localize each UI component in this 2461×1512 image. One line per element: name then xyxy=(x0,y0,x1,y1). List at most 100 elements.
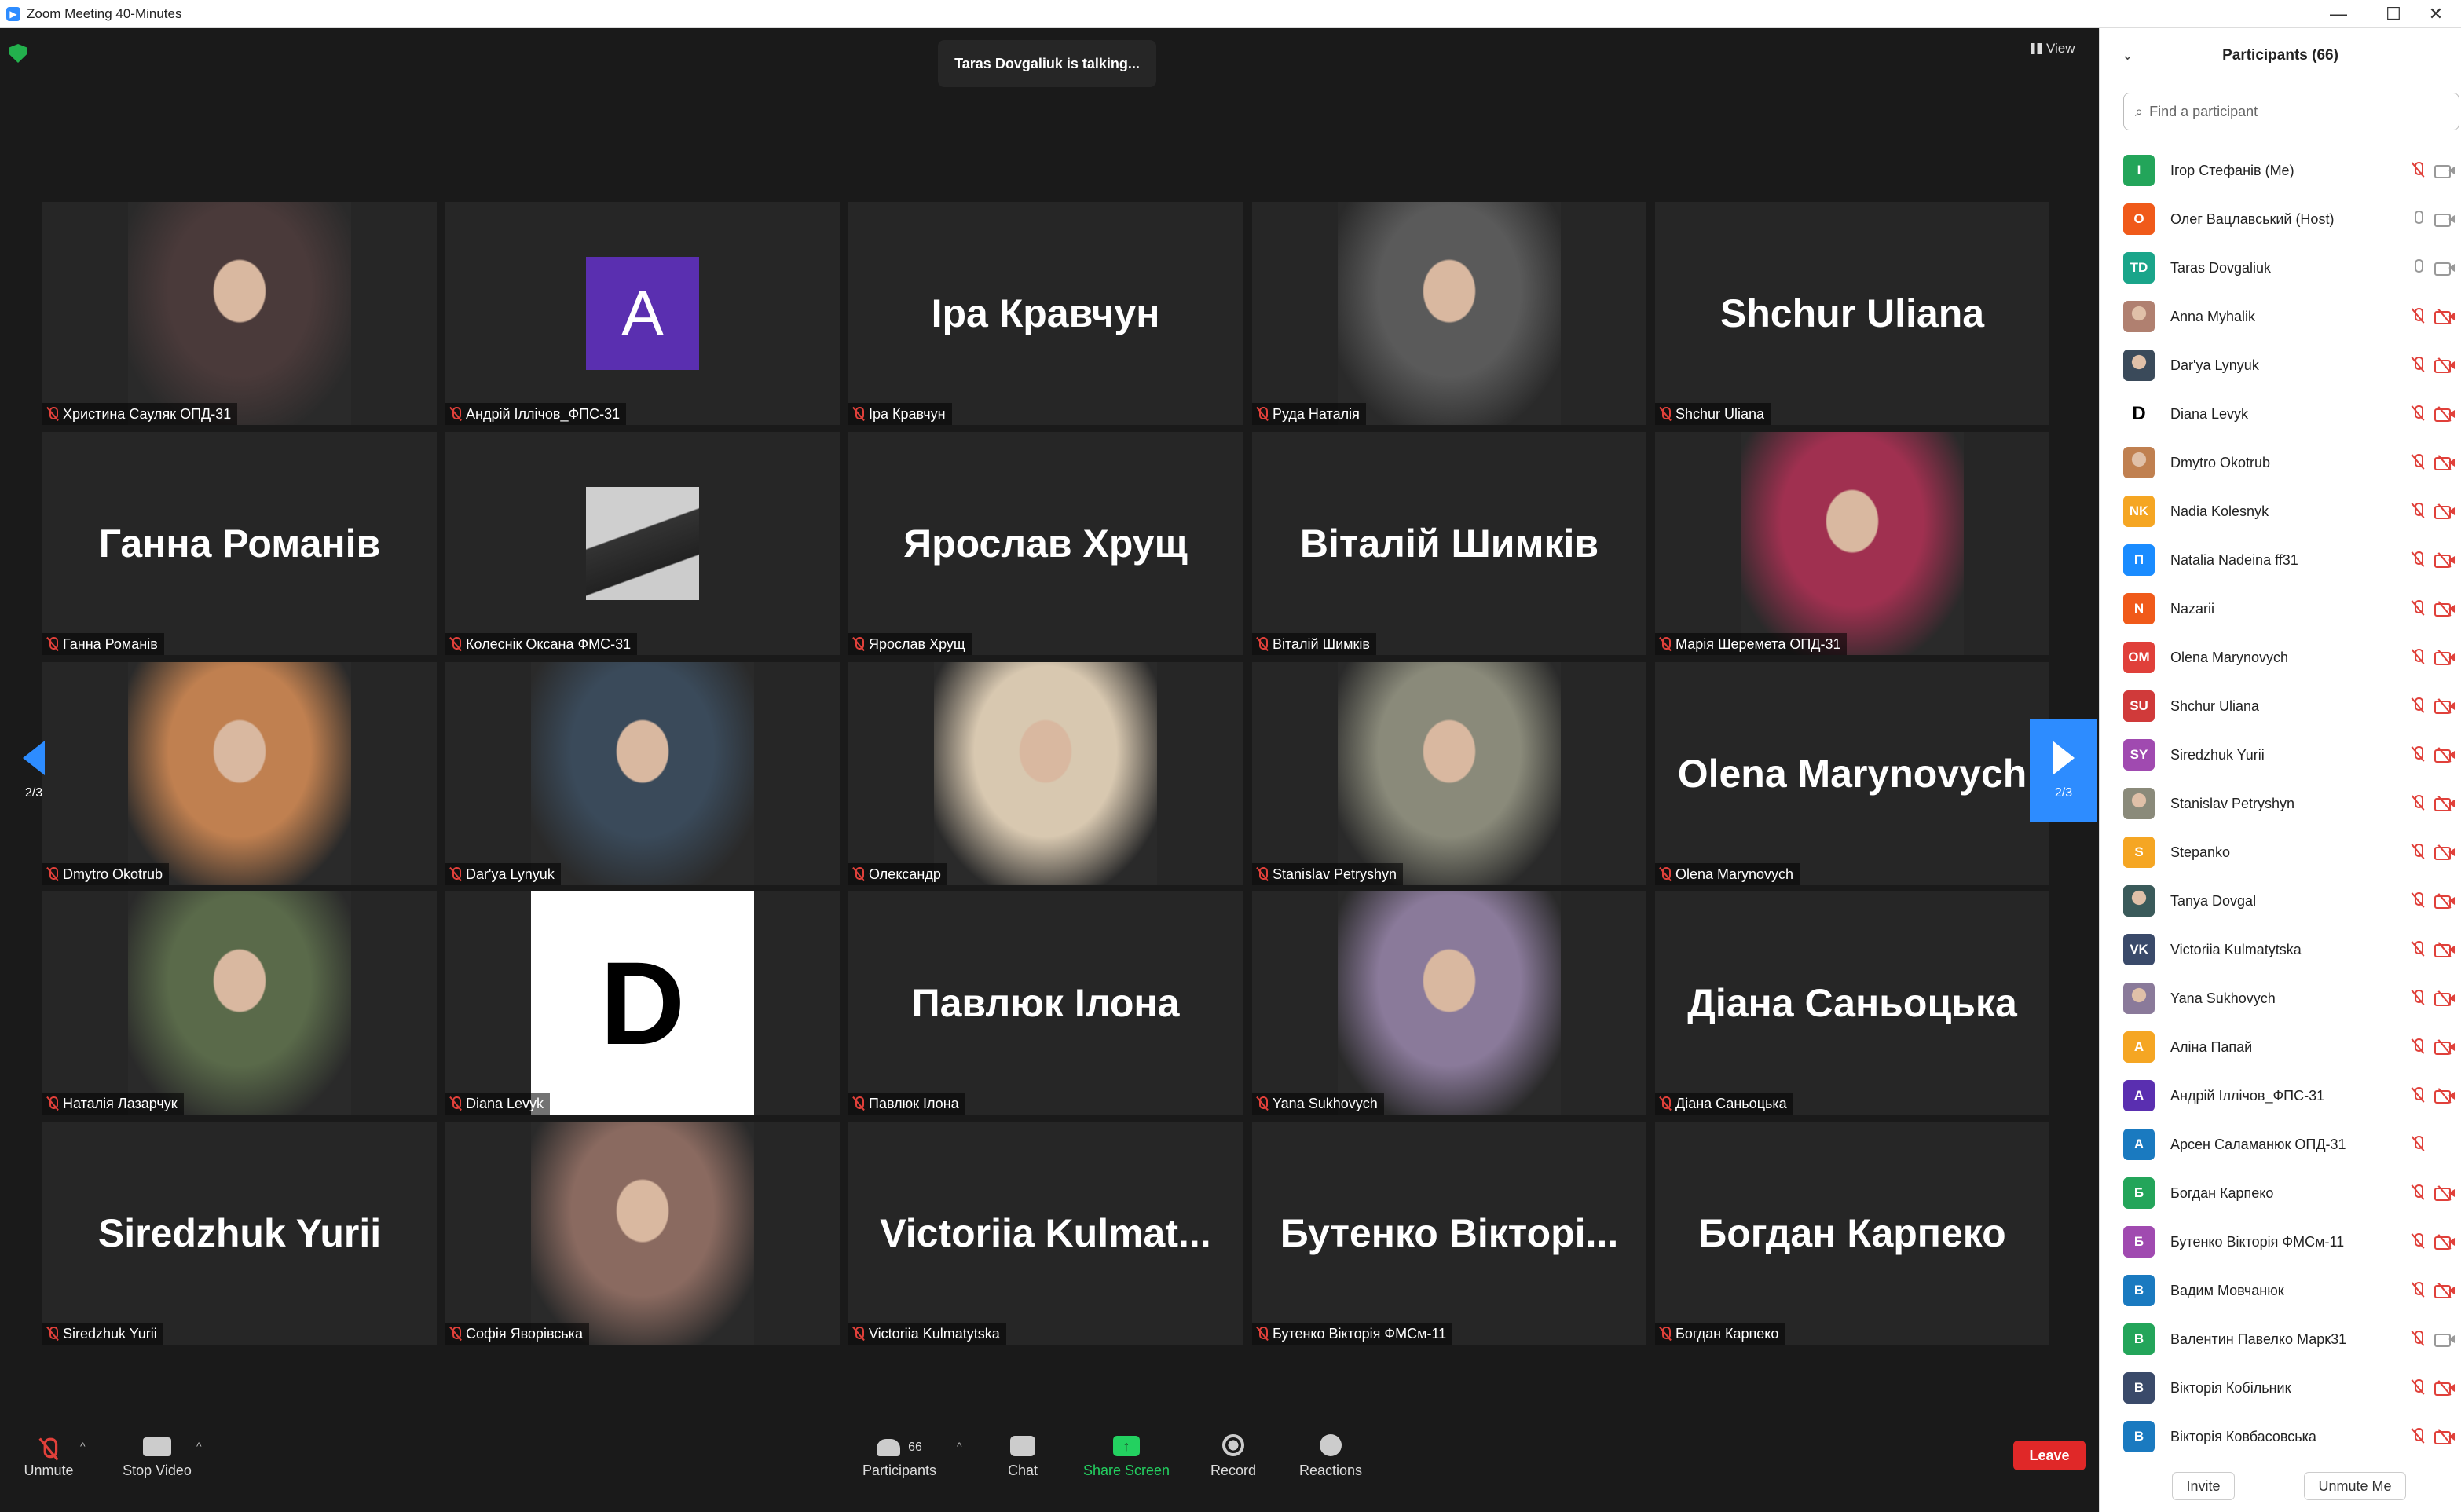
stop-video-button[interactable]: Stop Video xyxy=(118,1418,196,1484)
video-tile[interactable]: Dar'ya Lynyuk xyxy=(445,662,840,885)
video-tile[interactable]: Бутенко Вікторі... Бутенко Вікторія ФМСм-… xyxy=(1252,1122,1646,1345)
video-tile[interactable]: Іра Кравчун Іра Кравчун xyxy=(848,202,1243,425)
participants-count: 66 xyxy=(908,1441,922,1454)
participant-row[interactable]: Б Бутенко Вікторія ФМСм-11 xyxy=(2123,1217,2459,1266)
video-tile[interactable]: A Андрій Іллічов_ФПС-31 xyxy=(445,202,840,425)
video-tile[interactable]: Shchur Uliana Shchur Uliana xyxy=(1655,202,2049,425)
participant-row[interactable]: TD Taras Dovgaliuk xyxy=(2123,243,2459,292)
camera-lens-shape xyxy=(2448,507,2455,515)
tile-participant-name: Віталій Шимків xyxy=(1273,635,1370,652)
share-screen-button[interactable]: ↑ Share Screen xyxy=(1081,1418,1172,1484)
camera-lens-shape xyxy=(2448,1092,2455,1100)
video-camera-off-icon xyxy=(2434,990,2455,1006)
camera-lens-shape xyxy=(2448,1287,2455,1294)
unmute-button[interactable]: Unmute xyxy=(17,1418,80,1484)
minimize-button[interactable]: — xyxy=(2311,0,2366,28)
participant-row[interactable]: В Вікторія Кобільник xyxy=(2123,1364,2459,1412)
video-tile[interactable]: Діана Саньоцька Діана Саньоцька xyxy=(1655,891,2049,1115)
participant-row[interactable]: В Вадим Мовчанюк xyxy=(2123,1266,2459,1315)
participant-row[interactable]: Stanislav Petryshyn xyxy=(2123,779,2459,828)
record-button[interactable]: Record xyxy=(1202,1418,1265,1484)
video-camera-off-icon xyxy=(2434,503,2455,519)
participant-avatar: VK xyxy=(2123,934,2155,965)
video-tile[interactable]: Olena Marynovych Olena Marynovych xyxy=(1655,662,2049,885)
participant-row[interactable]: А Аліна Папай xyxy=(2123,1023,2459,1071)
prev-page-button[interactable]: 2/3 xyxy=(0,719,68,822)
participant-name: Ігор Стефанів (Me) xyxy=(2170,162,2294,178)
participant-row[interactable]: Dmytro Okotrub xyxy=(2123,438,2459,487)
chat-button[interactable]: Chat xyxy=(991,1418,1054,1484)
tile-name-label: Іра Кравчун xyxy=(848,403,952,425)
participant-search-input[interactable] xyxy=(2149,103,2448,120)
audio-options-caret-icon[interactable]: ^ xyxy=(80,1440,86,1452)
participant-status-icons xyxy=(2412,162,2455,178)
participant-row[interactable]: NK Nadia Kolesnyk xyxy=(2123,487,2459,536)
participant-row[interactable]: Dar'ya Lynyuk xyxy=(2123,341,2459,390)
video-tile[interactable]: Віталій Шимків Віталій Шимків xyxy=(1252,432,1646,655)
tile-video-feed xyxy=(934,662,1157,885)
video-tile[interactable]: Софія Яворівська xyxy=(445,1122,840,1345)
microphone-muted-icon xyxy=(2412,1233,2423,1249)
leave-button[interactable]: Leave xyxy=(2013,1441,2086,1470)
video-tile[interactable]: Ганна Романів Ганна Романів xyxy=(42,432,437,655)
participant-row[interactable]: OM Olena Marynovych xyxy=(2123,633,2459,682)
participants-icon-group: 66 xyxy=(877,1439,922,1456)
participant-row[interactable]: N Nazarii xyxy=(2123,584,2459,633)
tile-participant-name: Shchur Uliana xyxy=(1675,405,1765,422)
participant-row[interactable]: A Андрій Іллічов_ФПС-31 xyxy=(2123,1071,2459,1120)
camera-lens-shape xyxy=(2448,264,2455,272)
tile-name-label: Віталій Шимків xyxy=(1252,633,1376,655)
video-tile[interactable]: Siredzhuk Yurii Siredzhuk Yurii xyxy=(42,1122,437,1345)
invite-button[interactable]: Invite xyxy=(2172,1472,2235,1500)
participant-row[interactable]: Anna Myhalik xyxy=(2123,292,2459,341)
video-options-caret-icon[interactable]: ^ xyxy=(196,1440,202,1452)
video-tile[interactable]: Stanislav Petryshyn xyxy=(1252,662,1646,885)
tile-name-label: Колеснік Оксана ФМС-31 xyxy=(445,633,638,655)
participant-row[interactable]: S Stepanko xyxy=(2123,828,2459,877)
participants-button[interactable]: 66 Participants xyxy=(856,1418,943,1484)
video-tile[interactable]: Руда Наталія xyxy=(1252,202,1646,425)
participant-row[interactable]: О Олег Вацлавський (Host) xyxy=(2123,195,2459,243)
participant-row[interactable]: П Natalia Nadeina ff31 xyxy=(2123,536,2459,584)
participant-row[interactable]: А Арсен Саламанюк ОПД-31 xyxy=(2123,1120,2459,1169)
participant-row[interactable]: Yana Sukhovych xyxy=(2123,974,2459,1023)
video-tile[interactable]: Богдан Карпеко Богдан Карпеко xyxy=(1655,1122,2049,1345)
video-tile[interactable]: Марія Шеремета ОПД-31 xyxy=(1655,432,2049,655)
next-page-button[interactable]: 2/3 xyxy=(2030,719,2097,822)
participant-status-icons xyxy=(2412,454,2455,470)
video-tile[interactable]: Павлюк Ілона Павлюк Ілона xyxy=(848,891,1243,1115)
participant-row[interactable]: SU Shchur Uliana xyxy=(2123,682,2459,730)
tile-display-name: Siredzhuk Yurii xyxy=(97,1211,382,1255)
participant-row[interactable]: В Вікторія Ковбасовська xyxy=(2123,1412,2459,1461)
participants-panel: ⌄ Participants (66) ⌕ IІгор Стефанів (Me… xyxy=(2099,28,2461,1512)
video-tile[interactable]: Олександр xyxy=(848,662,1243,885)
video-tile[interactable]: D Diana Levyk xyxy=(445,891,840,1115)
video-camera-off-icon xyxy=(2434,698,2455,714)
reactions-button[interactable]: Reactions xyxy=(1291,1418,1370,1484)
participant-row[interactable]: В Валентин Павелко Марк31 xyxy=(2123,1315,2459,1364)
participant-row[interactable]: VK Victoriia Kulmatytska xyxy=(2123,925,2459,974)
camera-lens-shape xyxy=(2448,653,2455,661)
video-tile[interactable]: Колеснік Оксана ФМС-31 xyxy=(445,432,840,655)
video-tile[interactable]: Наталія Лазарчук xyxy=(42,891,437,1115)
tile-video-feed xyxy=(531,662,754,885)
close-button[interactable]: ✕ xyxy=(2408,0,2461,28)
participant-row[interactable]: SY Siredzhuk Yurii xyxy=(2123,730,2459,779)
tile-participant-name: Богдан Карпеко xyxy=(1675,1325,1779,1342)
participant-row[interactable]: Б Богдан Карпеко xyxy=(2123,1169,2459,1217)
video-tile[interactable]: Victoriia Kulmat... Victoriia Kulmatytska xyxy=(848,1122,1243,1345)
participant-row[interactable]: Tanya Dovgal xyxy=(2123,877,2459,925)
video-tile[interactable]: Ярослав Хрущ Ярослав Хрущ xyxy=(848,432,1243,655)
video-tile[interactable]: Dmytro Okotrub xyxy=(42,662,437,885)
security-shield-icon[interactable] xyxy=(9,44,27,63)
video-tile[interactable]: Христина Сауляк ОПД-31 xyxy=(42,202,437,425)
participants-caret-icon[interactable]: ^ xyxy=(957,1440,962,1452)
unmute-me-button[interactable]: Unmute Me xyxy=(2304,1472,2406,1500)
microphone-muted-icon xyxy=(2412,990,2423,1005)
video-tile[interactable]: Yana Sukhovych xyxy=(1252,891,1646,1115)
tile-participant-name: Dar'ya Lynyuk xyxy=(466,866,555,882)
view-button[interactable]: View xyxy=(2031,41,2075,57)
participant-row[interactable]: D Diana Levyk xyxy=(2123,390,2459,438)
video-camera-off-icon xyxy=(2434,1088,2455,1104)
participant-row[interactable]: I Ігор Стефанів (Me) xyxy=(2123,146,2459,195)
